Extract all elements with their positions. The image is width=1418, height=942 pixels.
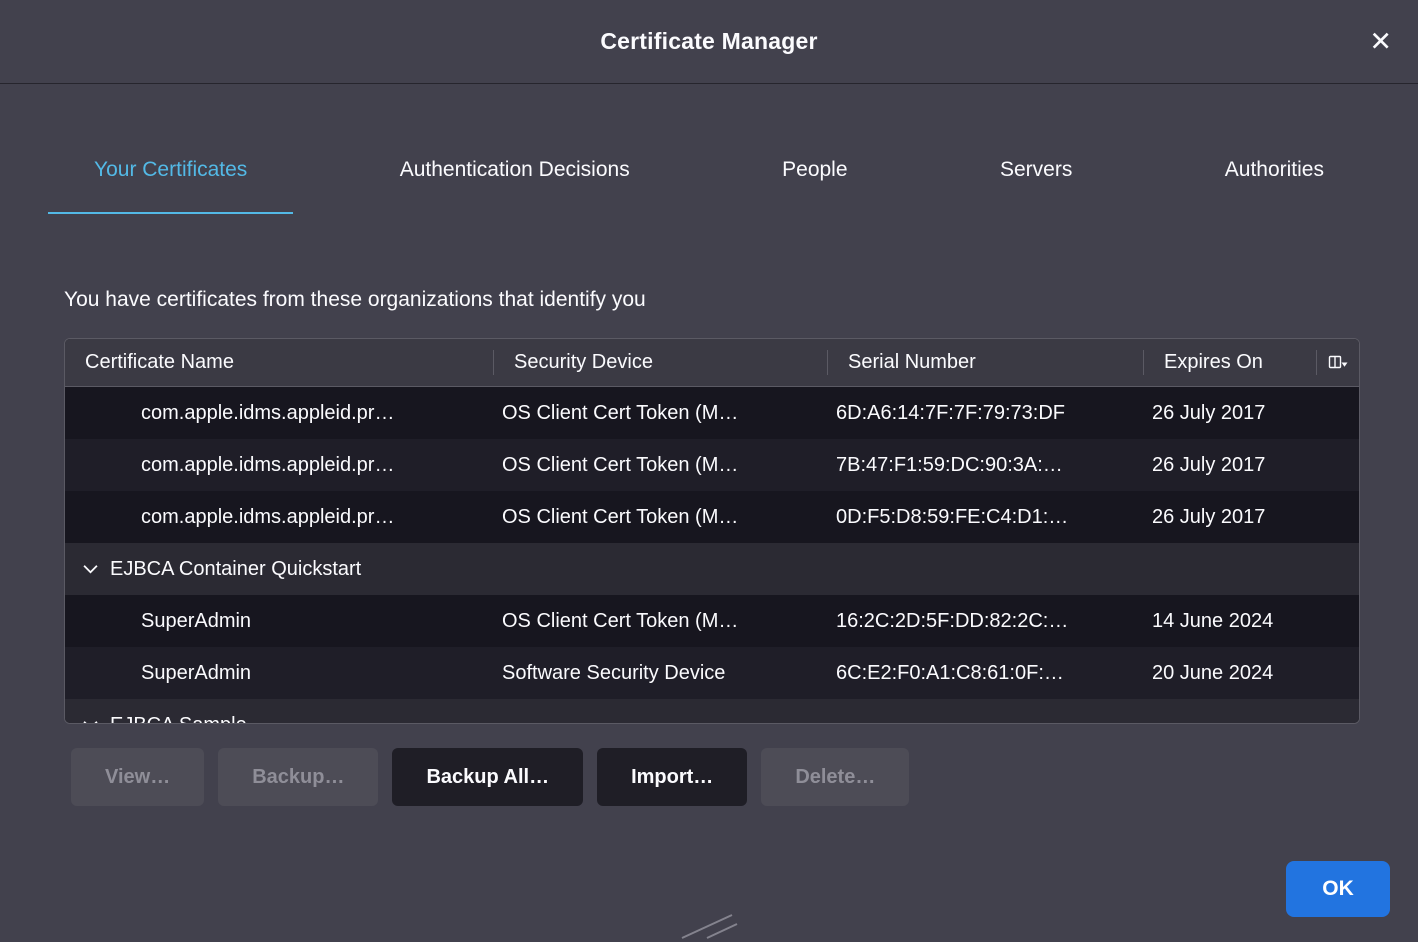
certificate-row[interactable]: com.apple.idms.appleid.pr…OS Client Cert… xyxy=(65,387,1359,439)
chevron-down-icon xyxy=(83,564,98,574)
tab-your-certificates[interactable]: Your Certificates xyxy=(48,158,293,214)
cell-device: Software Security Device xyxy=(494,647,828,699)
cell-expires: 26 July 2017 xyxy=(1144,439,1359,491)
certificate-row[interactable]: SuperAdminOS Client Cert Token (M…16:2C:… xyxy=(65,595,1359,647)
cell-device: OS Client Cert Token (M… xyxy=(494,595,828,647)
certificate-row[interactable]: SuperAdminSoftware Security Device6C:E2:… xyxy=(65,647,1359,699)
certificate-row[interactable]: com.apple.idms.appleid.pr…OS Client Cert… xyxy=(65,491,1359,543)
cell-expires: 26 July 2017 xyxy=(1144,491,1359,543)
cell-serial: 7B:47:F1:59:DC:90:3A:… xyxy=(828,439,1144,491)
group-name-cell: EJBCA Sample xyxy=(65,699,1359,724)
group-label: EJBCA Container Quickstart xyxy=(110,558,361,581)
table-header-row: Certificate NameSecurity DeviceSerial Nu… xyxy=(65,339,1359,387)
column-picker-icon xyxy=(1328,355,1348,370)
column-header-expires-on[interactable]: Expires On xyxy=(1144,339,1317,386)
column-header-certificate-name[interactable]: Certificate Name xyxy=(65,339,494,386)
tab-authorities[interactable]: Authorities xyxy=(1179,158,1370,214)
tab-servers[interactable]: Servers xyxy=(954,158,1118,214)
cell-serial: 6D:A6:14:7F:7F:79:73:DF xyxy=(828,387,1144,439)
dialog-titlebar: Certificate Manager ✕ xyxy=(0,0,1418,84)
cell-name: com.apple.idms.appleid.pr… xyxy=(65,439,494,491)
cell-expires: 26 July 2017 xyxy=(1144,387,1359,439)
certificate-table-body: com.apple.idms.appleid.pr…OS Client Cert… xyxy=(65,387,1359,724)
certificate-manager-dialog: Certificate Manager ✕ Your Certificates A… xyxy=(0,0,1418,806)
column-picker-button[interactable] xyxy=(1317,339,1359,386)
group-label: EJBCA Sample xyxy=(110,714,247,725)
column-header-serial-number[interactable]: Serial Number xyxy=(828,339,1144,386)
cell-name: com.apple.idms.appleid.pr… xyxy=(65,387,494,439)
view-button[interactable]: View… xyxy=(71,748,204,806)
cell-serial: 6C:E2:F0:A1:C8:61:0F:… xyxy=(828,647,1144,699)
certificates-description: You have certificates from these organiz… xyxy=(64,288,1418,312)
tab-bar: Your Certificates Authentication Decision… xyxy=(48,158,1370,214)
cell-device: OS Client Cert Token (M… xyxy=(494,387,828,439)
close-icon[interactable]: ✕ xyxy=(1369,28,1392,55)
cell-expires: 14 June 2024 xyxy=(1144,595,1359,647)
cell-device: OS Client Cert Token (M… xyxy=(494,491,828,543)
cell-name: SuperAdmin xyxy=(65,595,494,647)
cell-serial: 16:2C:2D:5F:DD:82:2C:… xyxy=(828,595,1144,647)
column-header-security-device[interactable]: Security Device xyxy=(494,339,828,386)
action-button-bar: View…Backup…Backup All…Import…Delete… xyxy=(71,748,1418,806)
backup-all-button[interactable]: Backup All… xyxy=(392,748,583,806)
dialog-title: Certificate Manager xyxy=(600,28,817,55)
cell-name: SuperAdmin xyxy=(65,647,494,699)
delete-button[interactable]: Delete… xyxy=(761,748,909,806)
backup-button[interactable]: Backup… xyxy=(218,748,378,806)
certificates-table: Certificate NameSecurity DeviceSerial Nu… xyxy=(64,338,1360,724)
tab-people[interactable]: People xyxy=(736,158,893,214)
cell-expires: 20 June 2024 xyxy=(1144,647,1359,699)
chevron-down-icon xyxy=(83,720,98,724)
group-row-ejbca-sample[interactable]: EJBCA Sample xyxy=(65,699,1359,724)
tab-authentication-decisions[interactable]: Authentication Decisions xyxy=(354,158,676,214)
cell-serial: 0D:F5:D8:59:FE:C4:D1:… xyxy=(828,491,1144,543)
ok-button[interactable]: OK xyxy=(1286,861,1390,917)
import-button[interactable]: Import… xyxy=(597,748,747,806)
certificate-row[interactable]: com.apple.idms.appleid.pr…OS Client Cert… xyxy=(65,439,1359,491)
cell-name: com.apple.idms.appleid.pr… xyxy=(65,491,494,543)
group-row-ejbca-container-quickstart[interactable]: EJBCA Container Quickstart xyxy=(65,543,1359,595)
resize-grip[interactable] xyxy=(680,912,740,940)
cell-device: OS Client Cert Token (M… xyxy=(494,439,828,491)
group-name-cell: EJBCA Container Quickstart xyxy=(65,543,1359,595)
